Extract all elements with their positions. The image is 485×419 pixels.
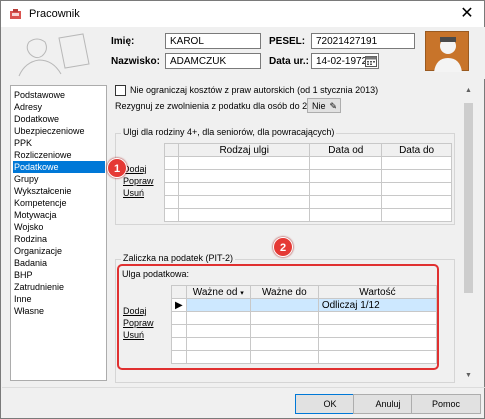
nazwisko-field[interactable]: ADAMCZUK xyxy=(165,53,261,69)
section-nav: Podstawowe Adresy Dodatkowe Ubezpieczeni… xyxy=(10,85,107,381)
callout-badge-2: 2 xyxy=(273,237,293,257)
pesel-label: PESEL: xyxy=(269,36,306,47)
app-icon xyxy=(10,9,21,19)
nav-item-podstawowe[interactable]: Podstawowe xyxy=(13,89,105,101)
nav-item-dodatkowe[interactable]: Dodatkowe xyxy=(13,113,105,125)
nazwisko-label: Nazwisko: xyxy=(111,56,160,67)
cut-off-group-title: … xyxy=(219,379,228,383)
employee-window: Pracownik ✕ Imię: KAROL Nazwisko: ADAMCZ… xyxy=(0,0,485,419)
table-row[interactable] xyxy=(164,156,452,170)
callout-badge-1: 1 xyxy=(107,158,127,178)
autorskie-checkbox[interactable] xyxy=(115,85,126,96)
autorskie-label: Nie ograniczaj kosztów z praw autorskich… xyxy=(130,85,379,95)
nav-item-motywacja[interactable]: Motywacja xyxy=(13,209,105,221)
nav-item-ubezpieczeniowe[interactable]: Ubezpieczeniowe xyxy=(13,125,105,137)
imie-label: Imię: xyxy=(111,36,135,47)
scroll-thumb[interactable] xyxy=(464,103,473,293)
table-row[interactable] xyxy=(164,182,452,196)
nav-item-rodzina[interactable]: Rodzina xyxy=(13,233,105,245)
nav-item-zatrudnienie[interactable]: Zatrudnienie xyxy=(13,281,105,293)
nav-item-kompetencje[interactable]: Kompetencje xyxy=(13,197,105,209)
nav-item-podatkowe[interactable]: Podatkowe xyxy=(13,161,105,173)
nav-item-bhp[interactable]: BHP xyxy=(13,269,105,281)
calendar-icon[interactable] xyxy=(365,55,377,67)
ulgi-row-header xyxy=(164,143,179,157)
title-bar: Pracownik ✕ xyxy=(1,1,484,27)
pesel-field[interactable]: 72021427191 xyxy=(311,33,415,49)
avatar xyxy=(425,31,469,72)
nav-item-adresy[interactable]: Adresy xyxy=(13,101,105,113)
help-button[interactable]: Pomoc xyxy=(411,394,481,414)
nav-item-grupy[interactable]: Grupy xyxy=(13,173,105,185)
rezygnuj-value: Nie xyxy=(312,101,326,111)
rezygnuj-select[interactable]: Nie ✎ xyxy=(307,98,341,113)
close-icon[interactable]: ✕ xyxy=(453,4,481,24)
nav-item-wyksztalcenie[interactable]: Wykształcenie xyxy=(13,185,105,197)
nav-item-ppk[interactable]: PPK xyxy=(13,137,105,149)
window-title: Pracownik xyxy=(29,8,80,20)
nav-item-rozliczeniowe[interactable]: Rozliczeniowe xyxy=(13,149,105,161)
nav-item-badania[interactable]: Badania xyxy=(13,257,105,269)
nav-item-organizacje[interactable]: Organizacje xyxy=(13,245,105,257)
ulgi-col-rodzaj[interactable]: Rodzaj ulgi xyxy=(177,143,311,157)
zaliczka-group-title: Zaliczka na podatek (PIT-2) xyxy=(121,253,236,264)
ulgi-col-od[interactable]: Data od xyxy=(309,143,383,157)
scroll-down-icon[interactable]: ▼ xyxy=(464,371,473,380)
scroll-up-icon[interactable]: ▲ xyxy=(464,86,473,95)
imie-field[interactable]: KAROL xyxy=(165,33,261,49)
ulgi-group-title: Ulgi dla rodziny 4+, dla seniorów, dla p… xyxy=(121,127,337,138)
ulgi-table: Rodzaj ulgi Data od Data do xyxy=(164,143,452,222)
person-silhouette-icon xyxy=(18,33,90,77)
ulgi-delete-link[interactable]: Usuń xyxy=(123,188,144,199)
rezygnuj-label: Rezygnuj ze zwolnienia z podatku dla osó… xyxy=(115,101,327,111)
nav-item-wlasne[interactable]: Własne xyxy=(13,305,105,317)
footer-divider xyxy=(2,387,485,388)
pencil-icon: ✎ xyxy=(329,101,337,111)
ulgi-edit-link[interactable]: Popraw xyxy=(123,176,154,187)
data-ur-label: Data ur.: xyxy=(269,56,310,67)
nav-item-wojsko[interactable]: Wojsko xyxy=(13,221,105,233)
table-row[interactable] xyxy=(164,169,452,183)
user-avatar-icon xyxy=(434,37,462,72)
callout-frame-zaliczka xyxy=(117,264,439,370)
panel-scrollbar[interactable]: ▲ ▼ xyxy=(462,83,475,383)
table-row[interactable] xyxy=(164,208,452,222)
nav-item-inne[interactable]: Inne xyxy=(13,293,105,305)
ulgi-col-do[interactable]: Data do xyxy=(381,143,452,157)
table-row[interactable] xyxy=(164,195,452,209)
